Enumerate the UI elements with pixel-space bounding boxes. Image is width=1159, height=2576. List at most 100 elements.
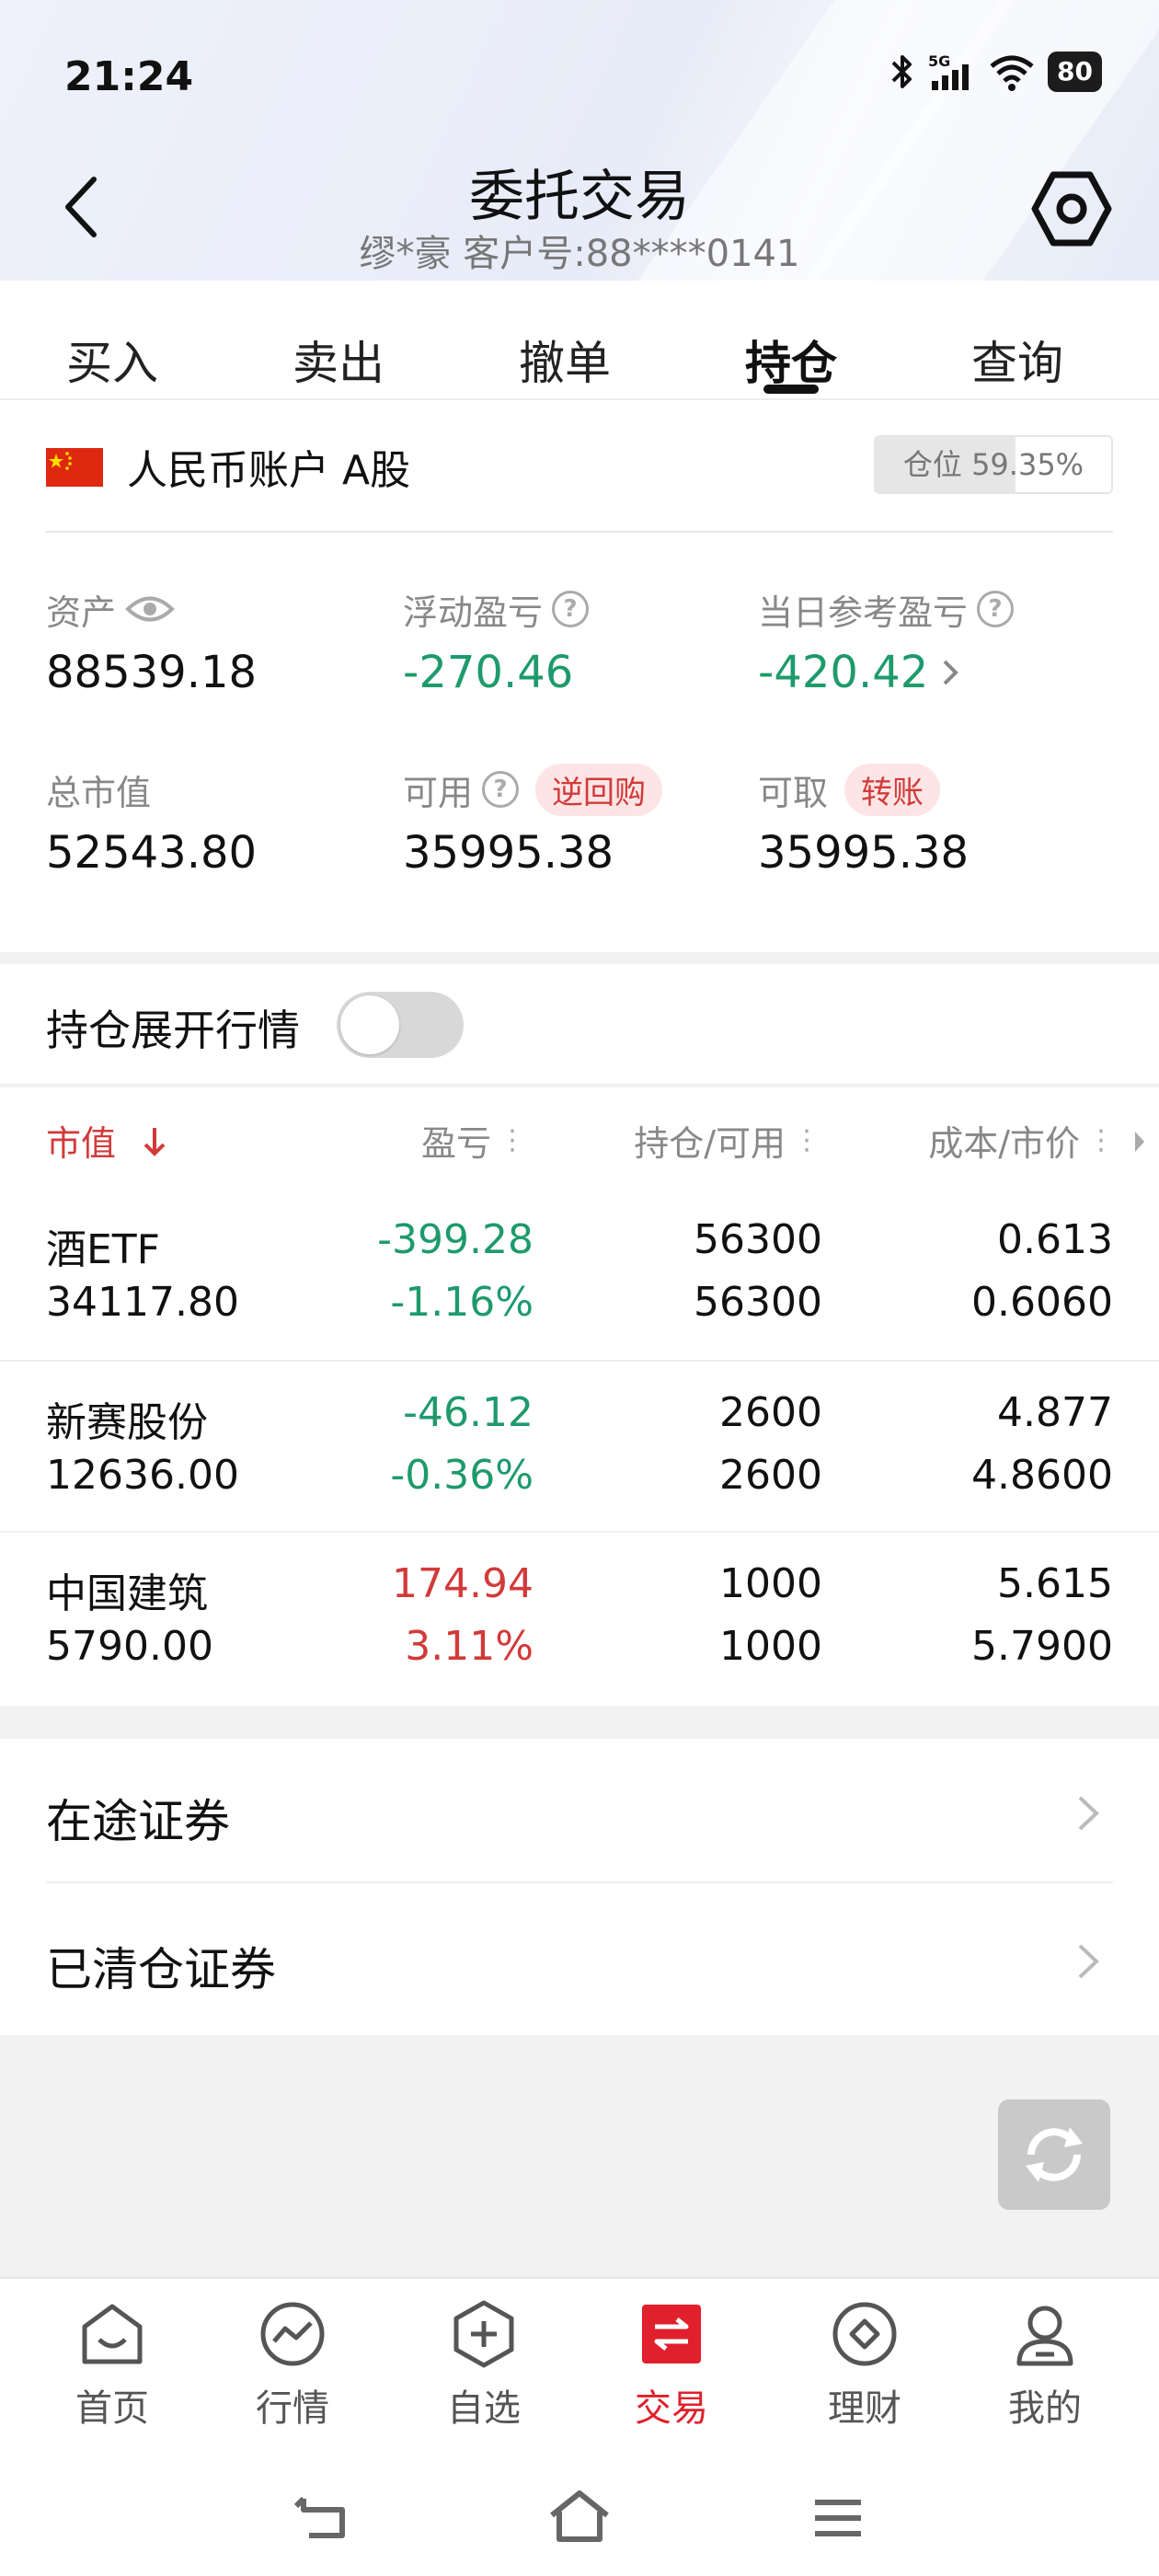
daily-pl-value: -420.42 [758, 647, 929, 698]
cleared-securities-label: 已清仓证券 [46, 1943, 276, 1996]
header-holdings[interactable]: 持仓/可用 ⋮ [634, 1115, 820, 1166]
market-value-label: 总市值 [46, 772, 152, 813]
tab-buy[interactable]: 买入 [20, 327, 204, 393]
assets-value: 88539.18 [46, 647, 258, 698]
nav-trade-label: 交易 [635, 2387, 708, 2430]
stock-market-value: 5790.00 [46, 1623, 213, 1670]
stock-name: 中国建筑 [46, 1570, 208, 1617]
trade-icon [642, 2305, 701, 2363]
status-time: 21:24 [64, 53, 194, 100]
page-title: 委托交易 [469, 165, 690, 229]
available-label: 可用 [403, 772, 474, 813]
divider [46, 1881, 1113, 1883]
tab-holdings[interactable]: 持仓 [699, 327, 883, 393]
finance-icon [832, 2302, 897, 2366]
stock-price: 0.6060 [971, 1279, 1113, 1326]
header-pl-label: 盈亏 [420, 1123, 491, 1164]
header-pl[interactable]: 盈亏 ⋮ [420, 1115, 526, 1166]
table-row[interactable]: 中国建筑 5790.00 174.94 3.11% 1000 1000 5.61… [0, 1531, 1159, 1704]
home-icon [82, 2304, 143, 2364]
transfer-button[interactable]: 转账 [844, 763, 941, 816]
available-value: 35995.38 [403, 827, 614, 879]
metric-market-value: 总市值 52543.80 [46, 765, 258, 880]
battery-icon: 80 [1048, 52, 1102, 92]
expand-quotes-toggle[interactable] [337, 992, 464, 1058]
stock-pl-pct: 3.11% [405, 1623, 534, 1670]
metric-floating-pl: 浮动盈亏? -270.46 [403, 584, 590, 698]
help-icon[interactable]: ? [552, 591, 590, 627]
stock-market-value: 12636.00 [46, 1452, 239, 1499]
stock-pl-pct: -0.36% [390, 1452, 534, 1499]
stock-price: 5.7900 [971, 1623, 1113, 1670]
market-icon [260, 2302, 325, 2366]
help-icon[interactable]: ? [977, 591, 1015, 627]
chevron-right-icon [1078, 1796, 1099, 1831]
settings-icon[interactable] [1030, 167, 1113, 250]
header-market-value: 市值 [46, 1123, 117, 1164]
bluetooth-icon [891, 55, 912, 88]
stock-pl: -46.12 [403, 1389, 534, 1436]
floating-pl-value: -270.46 [403, 647, 574, 698]
stock-pl-pct: -1.16% [390, 1279, 534, 1326]
in-transit-securities-label: 在途证券 [46, 1795, 230, 1848]
position-ratio-label: 仓位 59.35% [902, 447, 1084, 482]
tab-query[interactable]: 查询 [925, 327, 1109, 393]
market-value-value: 52543.80 [46, 827, 258, 879]
sort-market-value-header[interactable]: 市值 [46, 1115, 171, 1166]
header: 21:24 5G 80 委托交易 缪*豪 客户号:88****0141 [0, 0, 1159, 281]
customer-info: 缪*豪 客户号:88****0141 [359, 233, 800, 275]
nav-market[interactable]: 行情 [210, 2297, 375, 2432]
stock-cost: 0.613 [997, 1216, 1113, 1263]
tab-sell[interactable]: 卖出 [247, 327, 430, 393]
nav-finance[interactable]: 理财 [782, 2297, 947, 2432]
profile-icon [1016, 2306, 1073, 2366]
scroll-right-icon[interactable] [1131, 1128, 1148, 1156]
more-icon: ⋮ [793, 1124, 820, 1156]
nav-watchlist-label: 自选 [447, 2387, 521, 2430]
nav-home[interactable]: 首页 [29, 2297, 195, 2432]
help-icon[interactable]: ? [482, 771, 520, 808]
nav-home-label: 首页 [75, 2387, 149, 2430]
stock-name: 酒ETF [46, 1226, 160, 1273]
holdings-table: 市值 盈亏 ⋮ 持仓/可用 ⋮ 成本/市价 ⋮ 酒ETF 34117.80 -399.… [0, 1087, 1159, 1706]
watchlist-icon [453, 2300, 514, 2368]
nav-finance-label: 理财 [828, 2387, 901, 2430]
position-ratio-badge: 仓位 59.35% [874, 435, 1113, 494]
header-holdings-label: 持仓/可用 [634, 1123, 786, 1164]
system-back-icon[interactable] [291, 2486, 355, 2550]
in-transit-securities-item[interactable]: 在途证券 [0, 1739, 1159, 1887]
reverse-repo-button[interactable]: 逆回购 [535, 763, 663, 816]
stock-pl: -399.28 [377, 1216, 534, 1263]
stock-available: 2600 [719, 1452, 822, 1499]
stock-cost: 5.615 [997, 1560, 1113, 1607]
cleared-securities-item[interactable]: 已清仓证券 [0, 1887, 1159, 2035]
status-icons: 5G 80 [889, 52, 1102, 92]
more-icon: ⋮ [499, 1124, 526, 1156]
nav-profile[interactable]: 我的 [962, 2297, 1128, 2432]
trade-tabs: 买入 卖出 撤单 持仓 查询 [0, 281, 1159, 400]
tab-cancel[interactable]: 撤单 [473, 327, 657, 393]
wifi-icon [990, 55, 1034, 91]
system-menu-icon[interactable] [806, 2486, 870, 2550]
active-tab-indicator [763, 385, 819, 394]
metric-daily-pl[interactable]: 当日参考盈亏? -420.42 [758, 584, 1015, 698]
nav-trade[interactable]: 交易 [589, 2297, 754, 2432]
system-home-icon[interactable] [546, 2486, 613, 2550]
metric-assets: 资产 88539.18 [46, 584, 258, 699]
chevron-right-icon [1078, 1944, 1099, 1979]
refresh-button[interactable] [998, 2099, 1110, 2210]
eye-icon[interactable] [125, 593, 175, 625]
nav-profile-label: 我的 [1008, 2387, 1082, 2430]
stock-market-value: 34117.80 [46, 1279, 239, 1326]
nav-watchlist[interactable]: 自选 [401, 2297, 567, 2432]
stock-price: 4.8600 [971, 1452, 1113, 1499]
more-icon: ⋮ [1087, 1124, 1115, 1156]
stock-holding: 56300 [694, 1216, 822, 1263]
svg-text:5G: 5G [928, 52, 950, 70]
table-row[interactable]: 新赛股份 12636.00 -46.12 -0.36% 2600 2600 4.… [0, 1360, 1159, 1533]
header-cost-label: 成本/市价 [928, 1123, 1080, 1164]
header-cost[interactable]: 成本/市价 ⋮ [928, 1115, 1115, 1166]
stock-available: 1000 [719, 1623, 822, 1670]
expand-quotes-row: 持仓展开行情 [0, 964, 1159, 1086]
table-row[interactable]: 酒ETF 34117.80 -399.28 -1.16% 56300 56300… [0, 1189, 1159, 1362]
